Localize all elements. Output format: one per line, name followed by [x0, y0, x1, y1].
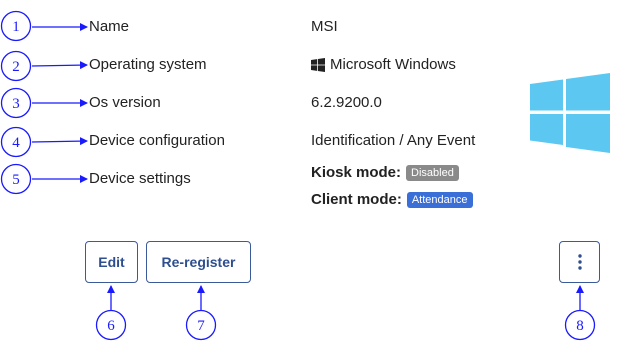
annotation-number-5: 5	[12, 172, 20, 188]
annotation-arrow-4	[31, 137, 88, 146]
annotation-number-7: 7	[197, 318, 205, 334]
annotation-overlay: 1 2 3 4 5 6 7 8	[0, 10, 596, 341]
annotation-number-4: 4	[12, 135, 20, 151]
annotation-number-3: 3	[12, 96, 20, 112]
annotation-number-1: 1	[12, 19, 20, 35]
annotation-number-8: 8	[576, 318, 584, 334]
annotation-number-6: 6	[107, 318, 115, 334]
annotation-number-2: 2	[12, 59, 20, 75]
annotation-arrow-2	[31, 61, 88, 70]
